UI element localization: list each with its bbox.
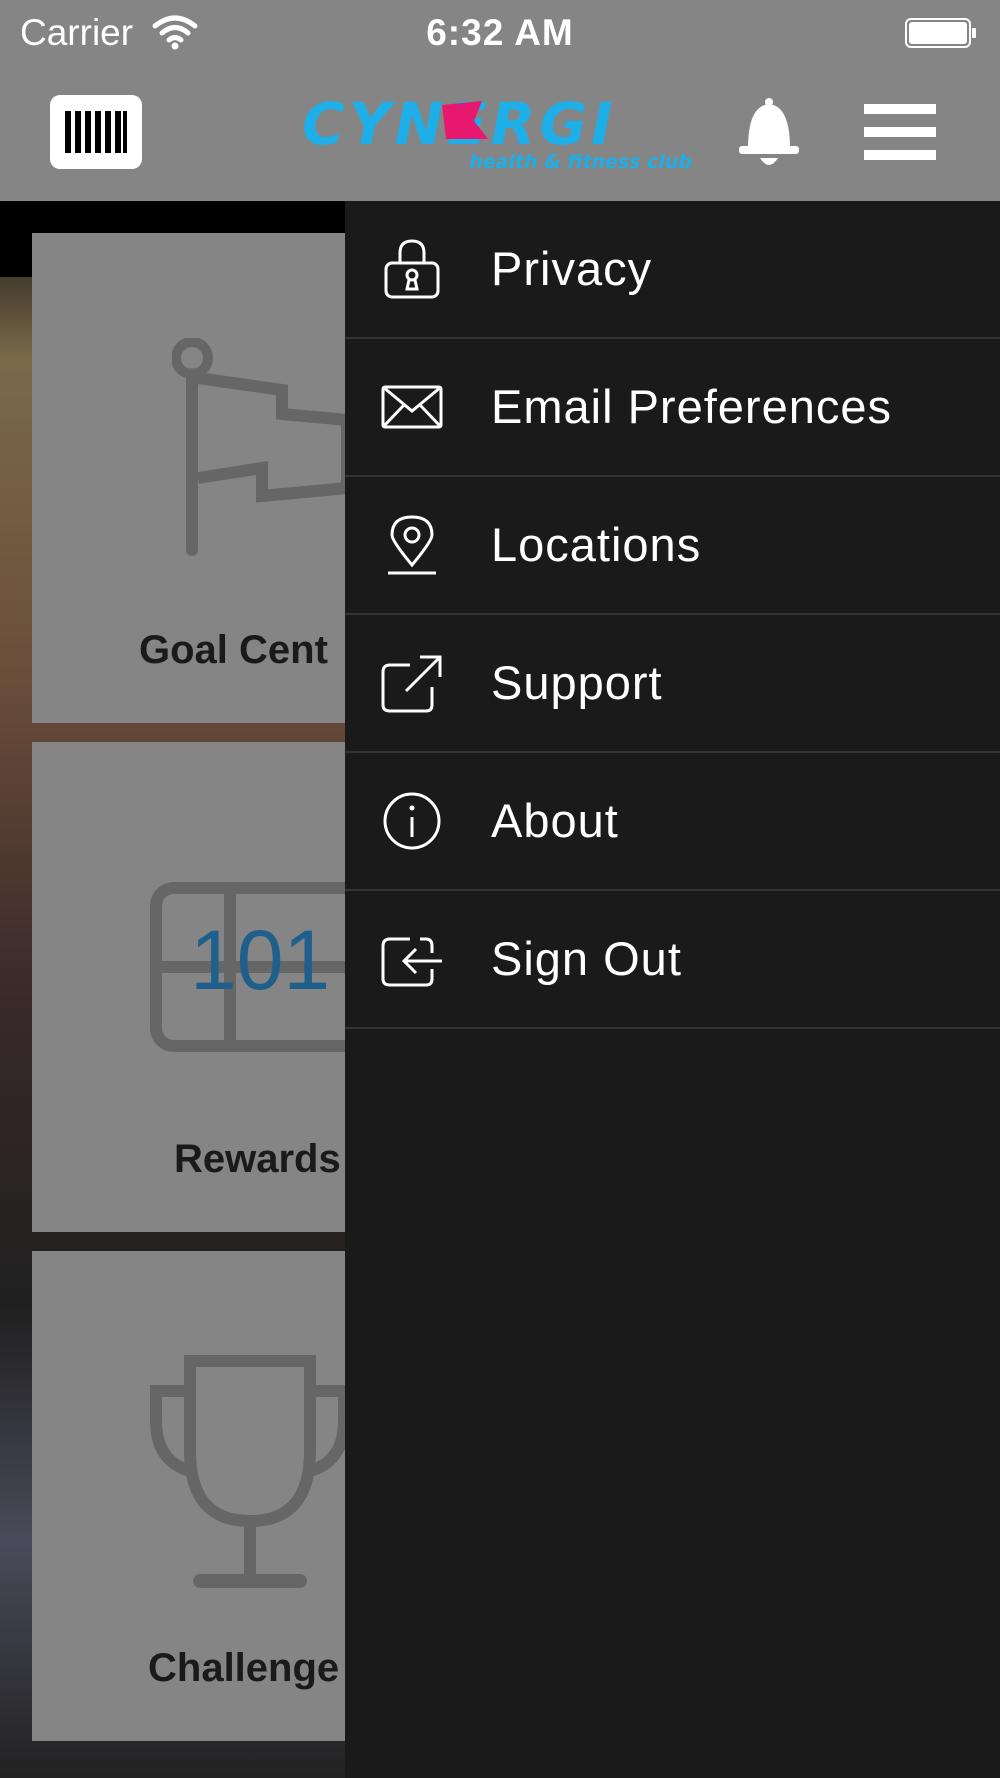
status-bar: Carrier 6:32 AM [0,0,1000,66]
app-header: Carrier 6:32 AM CYNERGI healt [0,0,1000,201]
bell-icon[interactable] [736,96,802,170]
barcode-button[interactable] [50,95,142,169]
menu-item-locations[interactable]: Locations [345,477,1000,615]
brand-logo: CYNERGI health & fitness club [302,95,692,175]
menu-item-label: Locations [491,518,702,571]
info-icon [383,792,441,850]
goal-center-tile[interactable]: Goal Cent [32,233,345,723]
menu-item-privacy[interactable]: Privacy [345,201,1000,339]
lock-icon [384,239,440,299]
trophy-icon [150,1355,345,1588]
location-pin-icon [388,515,436,575]
menu-item-label: About [491,794,619,847]
menu-item-email-preferences[interactable]: Email Preferences [345,339,1000,477]
tile-label: Challenge [148,1646,340,1690]
status-time: 6:32 AM [426,12,574,53]
side-drawer-menu: Privacy Email Preferences Locations Supp… [345,201,1000,1778]
envelope-icon [381,385,443,429]
barcode-icon [65,111,127,153]
menu-item-sign-out[interactable]: Sign Out [345,891,1000,1029]
challenges-tile[interactable]: Challenge [32,1251,345,1741]
external-link-icon [381,655,442,713]
logo-flag-icon [442,101,488,139]
menu-item-label: Privacy [491,242,653,295]
rewards-tile[interactable]: 101 Rewards [32,742,345,1232]
sign-out-icon [381,937,442,987]
tile-label: Rewards [174,1137,341,1181]
menu-item-about[interactable]: About [345,753,1000,891]
menu-item-support[interactable]: Support [345,615,1000,753]
battery-icon [905,18,976,48]
menu-item-label: Email Preferences [491,380,892,433]
menu-item-label: Support [491,656,663,709]
hamburger-menu-icon[interactable] [864,102,936,162]
menu-item-label: Sign Out [491,932,682,985]
tile-label: Goal Cent [139,628,328,672]
reward-points: 101 [190,913,331,1007]
flag-icon [172,338,345,556]
dashboard-background: Goal Cent 101 Rewards Challenge [0,201,345,1778]
logo-subtitle: health & fitness club [469,151,692,173]
